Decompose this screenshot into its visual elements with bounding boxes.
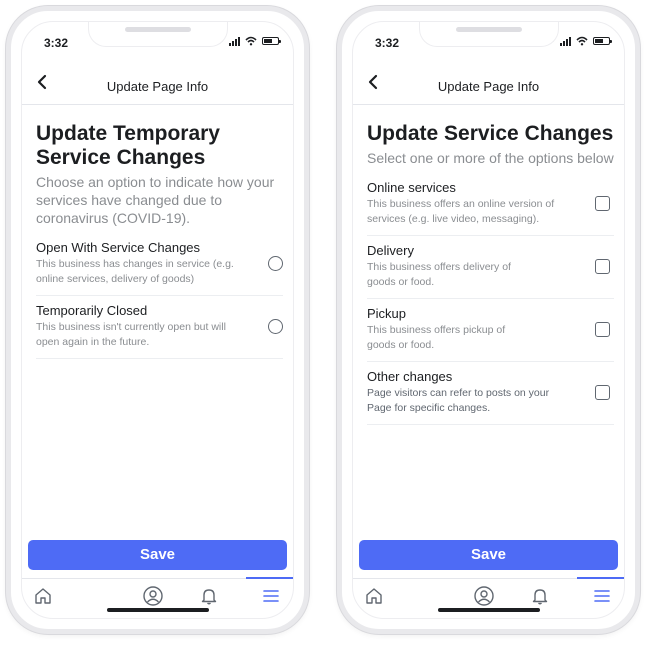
option-title: Other changes	[367, 369, 453, 384]
option-other-changes[interactable]: Other changes Page visitors can refer to…	[367, 362, 614, 425]
status-time: 3:32	[375, 36, 400, 50]
page-header: Update Page Info	[22, 64, 293, 105]
page-title: Update Temporary Service Changes	[36, 122, 220, 169]
checkbox[interactable]	[595, 196, 610, 211]
status-icons	[560, 36, 612, 46]
save-button[interactable]: Save	[359, 540, 618, 570]
option-temporarily-closed[interactable]: Temporarily Closed This business isn't c…	[36, 296, 283, 359]
phone-right: 3:32 Update Page Info Update Service Cha…	[337, 6, 640, 634]
option-description: This business offers an online version o…	[367, 198, 555, 225]
signal-icon	[560, 36, 571, 46]
menu-icon	[594, 590, 610, 602]
tab-menu[interactable]	[577, 577, 624, 613]
speaker	[455, 27, 522, 32]
checkbox[interactable]	[595, 385, 610, 400]
option-delivery[interactable]: Delivery This business offers delivery o…	[367, 236, 614, 299]
option-description: This business offers delivery of goods o…	[367, 261, 511, 288]
wifi-icon	[245, 36, 257, 46]
phone-left: 3:32 Update Page Info Update Temporary S…	[6, 6, 309, 634]
option-description: Page visitors can refer to posts on your…	[367, 387, 550, 414]
option-title: Delivery	[367, 243, 414, 258]
option-online-services[interactable]: Online services This business offers an …	[367, 173, 614, 236]
bell-icon	[532, 589, 548, 605]
content-right: Update Service Changes Select one or mor…	[367, 122, 614, 425]
home-indicator	[437, 608, 540, 612]
checkbox[interactable]	[595, 322, 610, 337]
menu-icon	[263, 590, 279, 602]
screen-right: 3:32 Update Page Info Update Service Cha…	[352, 21, 625, 619]
home-indicator	[106, 608, 209, 612]
home-icon	[35, 588, 51, 604]
profile-icon	[143, 586, 163, 606]
tab-home[interactable]	[28, 579, 58, 613]
header-title: Update Page Info	[106, 79, 209, 94]
status-time: 3:32	[44, 36, 69, 50]
option-description: This business has changes in service (e.…	[36, 258, 234, 285]
bell-icon	[201, 589, 217, 605]
save-button[interactable]: Save	[28, 540, 287, 570]
notch	[418, 22, 559, 47]
option-open-with-changes[interactable]: Open With Service Changes This business …	[36, 233, 283, 296]
option-title: Pickup	[367, 306, 407, 321]
option-pickup[interactable]: Pickup This business offers pickup of go…	[367, 299, 614, 362]
profile-icon	[474, 586, 494, 606]
radio-button[interactable]	[268, 256, 283, 271]
tab-menu[interactable]	[246, 577, 293, 613]
option-description: This business isn't currently open but w…	[36, 321, 226, 348]
status-icons	[229, 36, 281, 46]
page-title: Update Service Changes	[367, 122, 614, 145]
speaker	[124, 27, 191, 32]
option-title: Open With Service Changes	[36, 240, 201, 255]
battery-icon	[262, 37, 281, 45]
page-header: Update Page Info	[353, 64, 624, 105]
option-title: Online services	[367, 180, 456, 195]
page-subtitle: Select one or more of the options below	[367, 150, 614, 166]
signal-icon	[229, 36, 240, 46]
radio-button[interactable]	[268, 319, 283, 334]
page-subtitle: Choose an option to indicate how your se…	[36, 174, 275, 226]
screen-left: 3:32 Update Page Info Update Temporary S…	[21, 21, 294, 619]
notch	[87, 22, 228, 47]
tab-home[interactable]	[359, 579, 389, 613]
wifi-icon	[576, 36, 588, 46]
home-icon	[366, 588, 382, 604]
option-title: Temporarily Closed	[36, 303, 148, 318]
content-left: Update Temporary Service Changes Choose …	[36, 122, 283, 359]
header-title: Update Page Info	[437, 79, 540, 94]
battery-icon	[593, 37, 612, 45]
option-description: This business offers pickup of goods or …	[367, 324, 506, 351]
checkbox[interactable]	[595, 259, 610, 274]
